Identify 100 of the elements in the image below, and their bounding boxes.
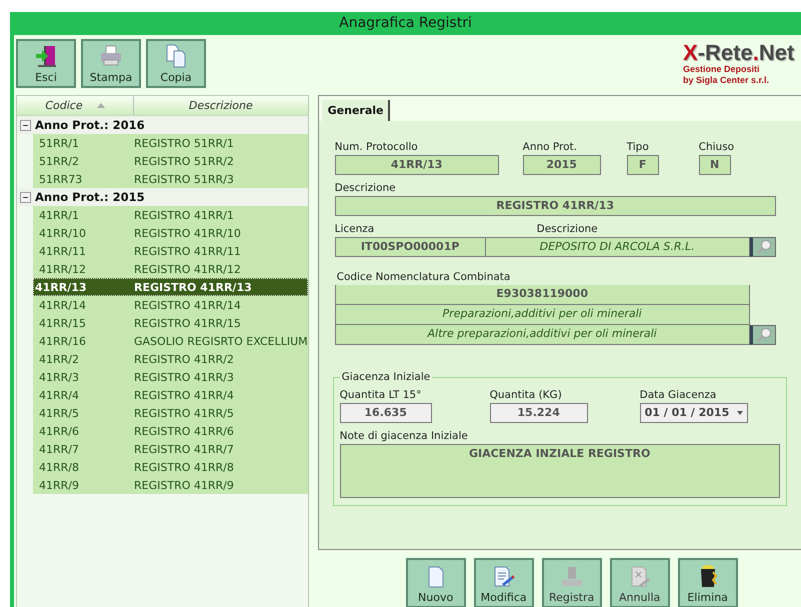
description-cell: REGISTRO 41RR/2: [134, 352, 234, 366]
toolbar-button[interactable]: Stampa: [81, 39, 141, 88]
code-cell-text: 41RR/14: [38, 298, 87, 312]
grid-row[interactable]: 41RR/11 REGISTRO 41RR/11: [33, 242, 308, 260]
grid-row[interactable]: 41RR/2 REGISTRO 41RR/2: [33, 350, 308, 368]
protocol-field[interactable]: 41RR/13: [334, 155, 499, 175]
nomenclature-description-field[interactable]: Preparazioni,additivi per oli minerali: [334, 305, 750, 325]
code-cell-text: 41RR/15: [38, 316, 87, 330]
field-label: Quantita (KG): [490, 389, 563, 401]
disk-drive-icon: [560, 566, 583, 588]
description-cell: REGISTRO 41RR/6: [134, 424, 234, 438]
grid-row[interactable]: 51RR73 REGISTRO 51RR/3: [33, 170, 308, 188]
grid-row[interactable]: 41RR/12 REGISTRO 41RR/12: [33, 260, 308, 278]
grid-row[interactable]: 41RR/4 REGISTRO 41RR/4: [33, 386, 308, 404]
code-cell-text: 41RR/2: [38, 352, 80, 366]
tab[interactable]: Generale: [322, 100, 390, 121]
code-cell-text: 41RR/10: [38, 226, 87, 240]
code-cell-text: 41RR/8: [38, 460, 80, 474]
collapse-icon[interactable]: [20, 192, 31, 202]
action-button[interactable]: Elimina: [678, 558, 738, 607]
quantity-field[interactable]: 15.224: [490, 403, 588, 423]
quantity-field[interactable]: 16.635: [340, 403, 432, 423]
grid-row[interactable]: 41RR/8 REGISTRO 41RR/8: [33, 458, 308, 476]
code-cell-text: 41RR/6: [38, 424, 80, 438]
field-label: Tipo: [626, 141, 650, 153]
field-label: Anno Prot.: [522, 141, 578, 153]
door-exit-icon: [34, 44, 58, 68]
date-picker[interactable]: 01 / 01 / 2015: [640, 403, 748, 423]
grid-row[interactable]: 41RR/10 REGISTRO 41RR/10: [33, 224, 308, 242]
code-cell-text: 41RR/9: [38, 478, 80, 492]
grid-row[interactable]: 41RR/13 REGISTRO 41RR/13: [33, 278, 308, 296]
code-cell-text: 41RR/16: [38, 334, 87, 348]
grid-row[interactable]: 41RR/15 REGISTRO 41RR/15: [33, 314, 308, 332]
grid-row[interactable]: 41RR/7 REGISTRO 41RR/7: [33, 440, 308, 458]
column-header[interactable]: Descrizione: [134, 96, 308, 115]
column-header[interactable]: Codice: [17, 96, 134, 115]
grid-row[interactable]: 51RR/1 REGISTRO 51RR/1: [33, 134, 308, 152]
code-cell-text: 51RR/2: [38, 154, 80, 168]
code-cell-text: 51RR/1: [38, 136, 80, 150]
field-label: Chiuso: [698, 141, 734, 153]
code-cell-text: 41RR/11: [38, 244, 87, 258]
notes-field[interactable]: GIACENZA INZIALE REGISTRO: [340, 444, 780, 498]
group-title: Giacenza Iniziale: [340, 371, 432, 383]
action-button[interactable]: Nuovo: [406, 558, 466, 607]
grid-row[interactable]: 41RR/9 REGISTRO 41RR/9: [33, 476, 308, 494]
field-label: Licenza: [334, 223, 376, 235]
code-cell-text: 41RR/4: [38, 388, 80, 402]
description-cell: REGISTRO 51RR/2: [134, 154, 234, 168]
grid-row[interactable]: 41RR/3 REGISTRO 41RR/3: [33, 368, 308, 386]
description-cell: REGISTRO 51RR/1: [134, 136, 234, 150]
copy-icon: [164, 44, 188, 68]
group-header: Anno Prot.: 2015: [35, 190, 145, 204]
collapse-icon[interactable]: [20, 120, 31, 130]
description-cell: REGISTRO 41RR/10: [134, 226, 241, 240]
description-cell: REGISTRO 41RR/14: [134, 298, 241, 312]
year-field[interactable]: 2015: [522, 155, 601, 175]
description-cell: REGISTRO 41RR/11: [134, 244, 241, 258]
description-cell: REGISTRO 41RR/5: [134, 406, 234, 420]
description-cell: REGISTRO 41RR/8: [134, 460, 234, 474]
description-cell: REGISTRO 41RR/13: [134, 280, 252, 294]
window-title: Anagrafica Registri: [14, 12, 801, 35]
grid-row[interactable]: 41RR/1 REGISTRO 41RR/1: [33, 206, 308, 224]
logo-credit: by Sigla Center s.r.l.: [683, 75, 770, 86]
description-cell: REGISTRO 41RR/3: [134, 370, 234, 384]
field-label: Descrizione: [334, 182, 397, 194]
grid-row[interactable]: 41RR/16 GASOLIO REGISRTO EXCELLIUM: [33, 332, 308, 350]
cancel-document-icon: [628, 566, 651, 588]
printer-icon: [99, 44, 123, 68]
grid-row[interactable]: 41RR/14 REGISTRO 41RR/14: [33, 296, 308, 314]
description-cell: REGISTRO 41RR/4: [134, 388, 234, 402]
code-cell-text: 41RR/5: [38, 406, 80, 420]
search-button[interactable]: [750, 325, 776, 345]
description-cell: REGISTRO 41RR/12: [134, 262, 241, 276]
license-field[interactable]: IT00SPO00001P: [334, 237, 486, 257]
description-field[interactable]: REGISTRO 41RR/13: [334, 196, 776, 216]
logo-title: X-Rete.Net: [683, 42, 796, 64]
description-cell: REGISTRO 41RR/7: [134, 442, 234, 456]
description-cell: REGISTRO 51RR/3: [134, 172, 234, 186]
nomenclature-code-field[interactable]: E93038119000: [334, 285, 750, 305]
toolbar-button[interactable]: Copia: [146, 39, 206, 88]
type-field[interactable]: F: [626, 155, 659, 175]
search-icon: [756, 327, 772, 343]
description-cell: REGISTRO 41RR/9: [134, 478, 234, 492]
grid-row[interactable]: 41RR/6 REGISTRO 41RR/6: [33, 422, 308, 440]
field-label: Num. Protocollo: [334, 141, 419, 153]
code-cell-text: 51RR73: [38, 172, 84, 186]
search-icon: [756, 239, 772, 255]
field-label: Data Giacenza: [640, 389, 718, 401]
code-cell-text: 41RR/1: [38, 208, 80, 222]
document-icon: [426, 566, 446, 588]
search-button[interactable]: [750, 237, 776, 257]
grid-row[interactable]: 41RR/5 REGISTRO 41RR/5: [33, 404, 308, 422]
closed-field[interactable]: N: [698, 155, 731, 175]
action-button[interactable]: Modifica: [474, 558, 534, 607]
description-cell: REGISTRO 41RR/1: [134, 208, 234, 222]
nomenclature-detail-field[interactable]: Altre preparazioni,additivi per oli minerali: [334, 325, 750, 345]
code-cell-text: 41RR/13: [34, 280, 88, 294]
license-description-field[interactable]: DEPOSITO DI ARCOLA S.R.L.: [486, 237, 750, 257]
grid-row[interactable]: 51RR/2 REGISTRO 51RR/2: [33, 152, 308, 170]
toolbar-button[interactable]: Esci: [16, 39, 76, 88]
